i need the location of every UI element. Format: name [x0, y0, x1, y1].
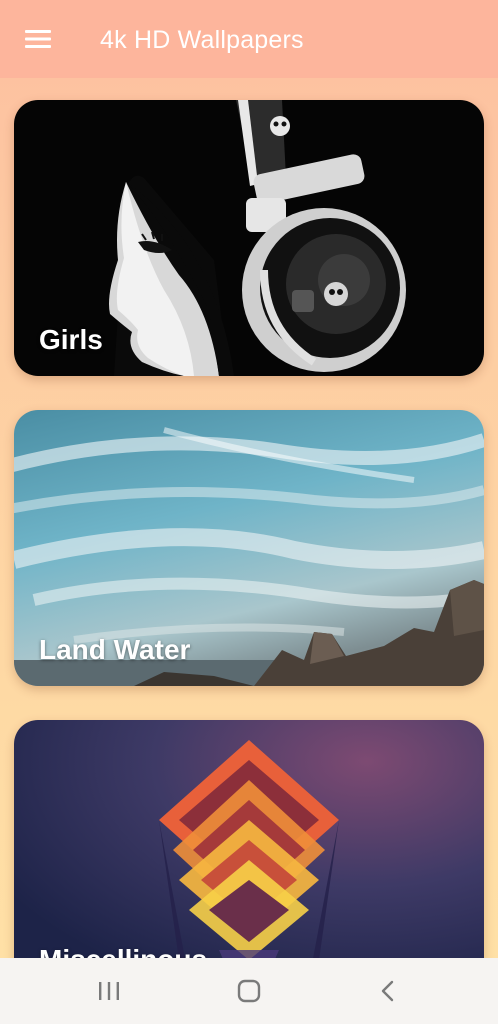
- system-nav-bar: [0, 958, 498, 1024]
- app-title: 4k HD Wallpapers: [100, 26, 304, 54]
- category-card-land-water[interactable]: Land Water: [14, 410, 484, 686]
- back-icon[interactable]: [368, 974, 408, 1008]
- app-bar: 4k HD Wallpapers: [0, 0, 498, 78]
- category-list[interactable]: Girls Land Water: [0, 78, 498, 958]
- category-label-girls: Girls: [39, 324, 103, 355]
- category-card-miscellinous[interactable]: Miscellinous: [14, 720, 484, 958]
- hamburger-menu-icon[interactable]: [24, 27, 52, 51]
- category-label-land-water: Land Water: [39, 634, 191, 665]
- home-icon[interactable]: [229, 974, 269, 1008]
- category-card-girls[interactable]: Girls: [14, 100, 484, 376]
- category-label-miscellinous: Miscellinous: [39, 944, 207, 958]
- miscellinous-wallpaper-image: [14, 720, 484, 958]
- recent-apps-icon[interactable]: [89, 974, 129, 1008]
